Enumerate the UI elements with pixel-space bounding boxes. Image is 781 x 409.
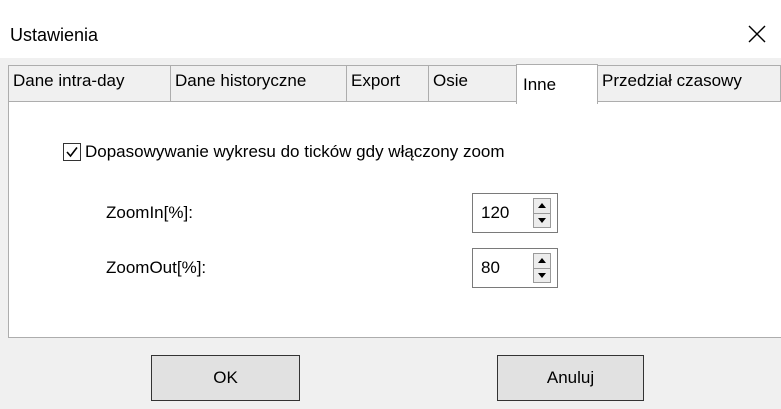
tab-label: Export [351,71,401,90]
tab-strip: Dane intra-day Dane historyczne Export O… [0,64,781,104]
zoom-out-spinner[interactable]: 80 [472,248,558,288]
cancel-button[interactable]: Anuluj [497,355,644,401]
tab-label: Osie [433,71,468,90]
zoom-out-label: ZoomOut[%]: [106,258,207,277]
zoom-out-increment-button[interactable] [533,253,551,269]
checkbox-box[interactable] [63,143,81,161]
tab-export[interactable]: Export [346,65,429,101]
checkbox-label: Dopasowywanie wykresu do ticków gdy włąc… [85,142,505,161]
tab-label: Inne [523,75,557,94]
tab-dane-intra-day[interactable]: Dane intra-day [8,65,171,101]
close-icon [748,25,766,43]
arrow-up-icon [538,203,546,209]
tab-label: Dane intra-day [13,71,125,90]
tab-dane-historyczne[interactable]: Dane historyczne [170,65,347,101]
zoom-out-value[interactable]: 80 [481,257,500,279]
zoom-out-spin-buttons [533,253,551,283]
close-button[interactable] [733,14,781,54]
arrow-up-icon [538,258,546,264]
title-bar: Ustawienia [0,0,781,58]
fit-to-ticks-checkbox[interactable]: Dopasowywanie wykresu do ticków gdy włąc… [63,142,505,162]
arrow-down-icon [538,217,546,223]
tab-osie[interactable]: Osie [428,65,517,101]
tab-label: Przedział czasowy [602,71,742,90]
tab-inne[interactable]: Inne [516,64,598,104]
zoom-in-increment-button[interactable] [533,198,551,214]
arrow-down-icon [538,272,546,278]
zoom-in-label: ZoomIn[%]: [106,203,193,222]
dialog-title: Ustawienia [10,25,99,45]
zoom-in-decrement-button[interactable] [533,213,551,228]
zoom-out-decrement-button[interactable] [533,268,551,283]
settings-dialog: Ustawienia Dane intra-day Dane historycz… [0,0,781,409]
zoom-in-value[interactable]: 120 [481,202,509,224]
zoom-in-spinner[interactable]: 120 [472,193,558,233]
checkmark-icon [66,147,78,158]
ok-button[interactable]: OK [151,355,300,401]
zoom-in-spin-buttons [533,198,551,228]
tab-przedzial-czasowy[interactable]: Przedział czasowy [597,65,781,101]
tab-label: Dane historyczne [175,71,307,90]
